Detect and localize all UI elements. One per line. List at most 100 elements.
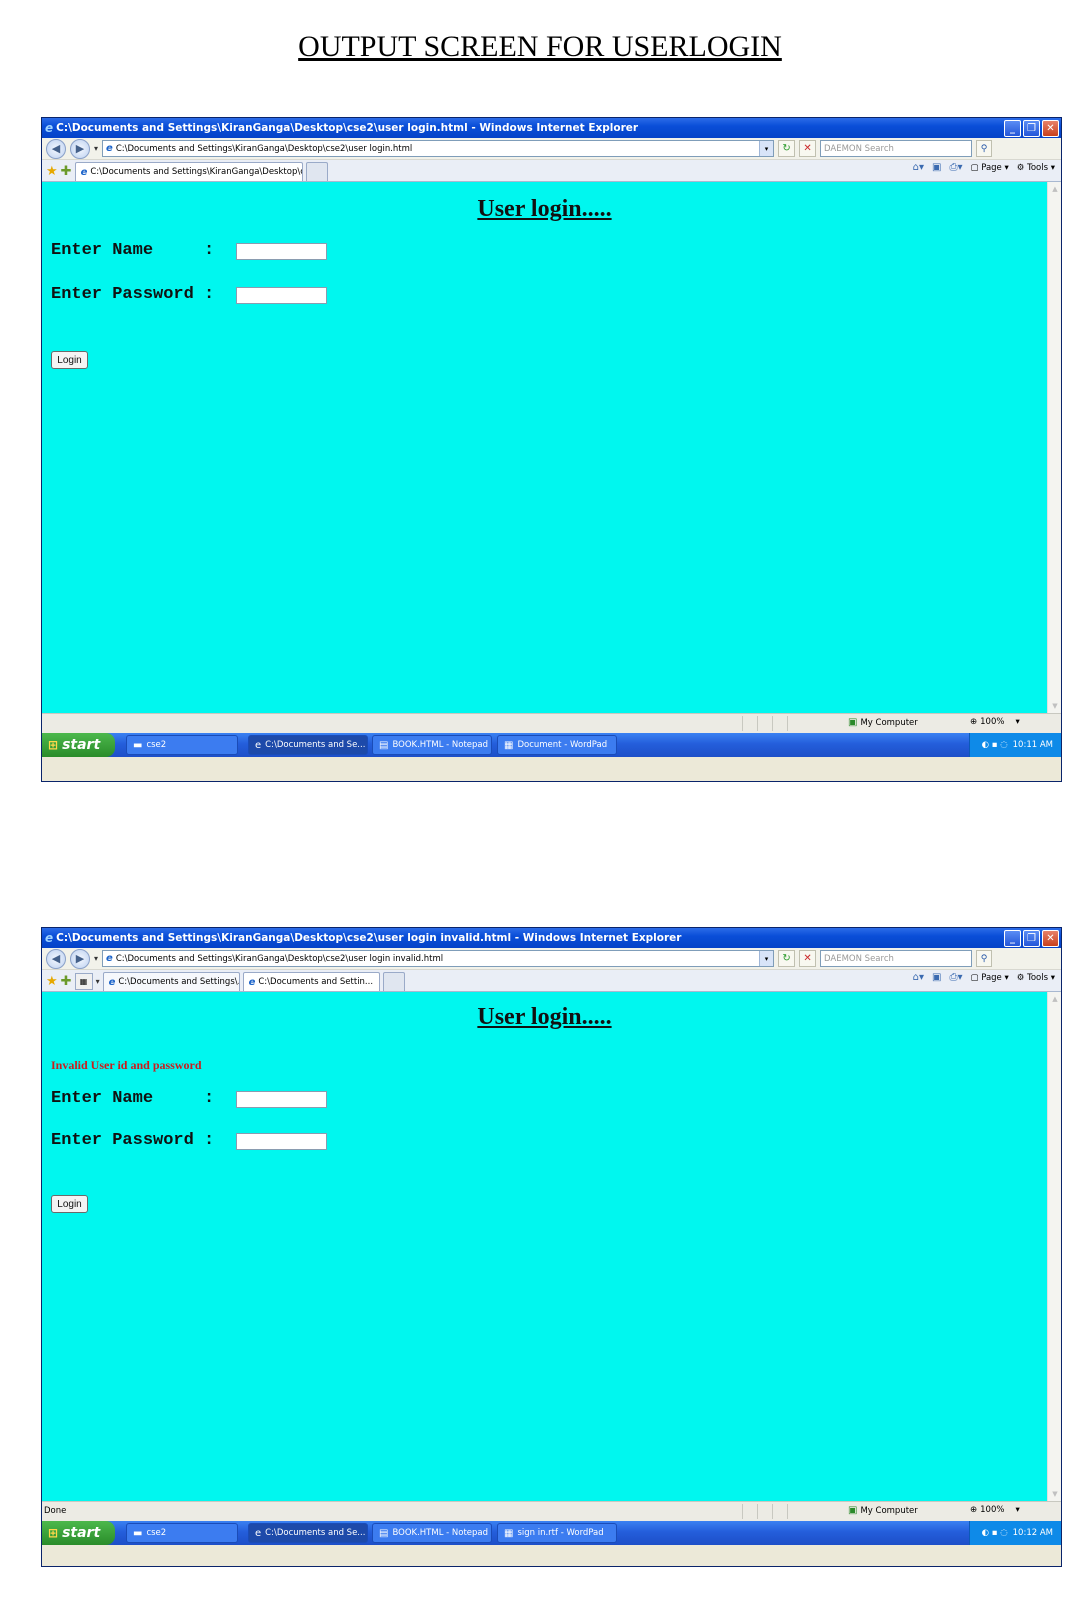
- windows-flag-icon: ⊞: [48, 1526, 59, 1540]
- tools-menu-label: Tools: [1027, 162, 1049, 173]
- search-input[interactable]: DAEMON Search: [820, 950, 973, 967]
- refresh-button[interactable]: ↻: [778, 950, 796, 967]
- back-button[interactable]: ◀: [46, 948, 66, 969]
- maximize-button[interactable]: ❐: [1023, 929, 1040, 947]
- tools-menu[interactable]: ⚙ Tools ▾: [1017, 163, 1055, 173]
- recent-pages-dropdown[interactable]: ▾: [94, 144, 98, 153]
- scroll-down-icon[interactable]: ▼: [1048, 1487, 1061, 1501]
- scroll-up-icon[interactable]: ▲: [1048, 182, 1061, 196]
- vertical-scrollbar[interactable]: ▲ ▼: [1047, 182, 1061, 713]
- quick-tabs-button[interactable]: ▦: [74, 973, 93, 990]
- stop-button[interactable]: ✕: [799, 950, 817, 967]
- forward-button[interactable]: ▶: [70, 138, 90, 159]
- name-label: Enter Name :: [51, 1089, 215, 1108]
- minimize-button[interactable]: _: [1004, 929, 1021, 947]
- tools-icon: ⚙: [1016, 162, 1025, 173]
- close-button[interactable]: ✕: [1042, 929, 1059, 947]
- search-input[interactable]: DAEMON Search: [820, 140, 973, 157]
- maximize-icon: ❐: [1027, 932, 1036, 944]
- taskbar-item-label: Document - WordPad: [517, 740, 608, 750]
- maximize-button[interactable]: ❐: [1023, 119, 1040, 137]
- zoom-icon: ⊕: [970, 1505, 978, 1515]
- feeds-icon[interactable]: ▣: [932, 162, 941, 173]
- new-tab-button[interactable]: [305, 162, 328, 181]
- zone-label: My Computer: [860, 1505, 918, 1516]
- taskbar-item-ie[interactable]: e C:\Documents and Se...: [248, 735, 368, 755]
- password-input[interactable]: [236, 287, 327, 304]
- address-input[interactable]: e C:\Documents and Settings\KiranGanga\D…: [102, 950, 775, 967]
- taskbar-item-notepad[interactable]: ▤ BOOK.HTML - Notepad: [372, 735, 492, 755]
- tab-user-login[interactable]: e C:\Documents and Settings\KiranGanga\D…: [74, 162, 303, 181]
- taskbar-item-folder[interactable]: ▬ cse2: [126, 1523, 238, 1543]
- status-divider: [772, 1504, 773, 1519]
- vertical-scrollbar[interactable]: ▲ ▼: [1047, 992, 1061, 1501]
- favorites-star-icon[interactable]: ★: [46, 161, 58, 181]
- tools-menu[interactable]: ⚙ Tools ▾: [1017, 973, 1055, 983]
- page-favicon-icon: e: [106, 143, 113, 154]
- start-button[interactable]: ⊞ start: [42, 733, 115, 757]
- minimize-button[interactable]: _: [1004, 119, 1021, 137]
- name-input[interactable]: [236, 1091, 327, 1108]
- print-icon[interactable]: ⎙▾: [949, 972, 962, 983]
- address-dropdown[interactable]: ▾: [759, 951, 774, 966]
- zoom-control[interactable]: ⊕ 100% ▾: [970, 717, 1020, 727]
- status-text: Done: [44, 1506, 67, 1516]
- page-favicon-icon: e: [106, 953, 113, 964]
- start-button[interactable]: ⊞ start: [42, 1521, 115, 1545]
- refresh-icon: ↻: [782, 953, 791, 964]
- search-icon: ⚲: [980, 143, 988, 154]
- taskbar-item-ie[interactable]: e C:\Documents and Se...: [248, 1523, 368, 1543]
- page-icon: ▢: [970, 162, 979, 173]
- tray-icons[interactable]: ◐ ▪ ◌: [982, 740, 1008, 750]
- search-button[interactable]: ⚲: [976, 950, 993, 967]
- taskbar-item-wordpad[interactable]: ▦ sign in.rtf - WordPad: [497, 1523, 617, 1543]
- scroll-up-icon[interactable]: ▲: [1048, 992, 1061, 1006]
- address-input[interactable]: e C:\Documents and Settings\KiranGanga\D…: [102, 140, 775, 157]
- title-bar: e C:\Documents and Settings\KiranGanga\D…: [42, 118, 1061, 138]
- start-label: start: [62, 737, 101, 753]
- status-divider: [742, 716, 743, 731]
- back-button[interactable]: ◀: [46, 138, 66, 159]
- tab-label: C:\Documents and Settings\...: [118, 977, 240, 987]
- zoom-control[interactable]: ⊕ 100% ▾: [970, 1505, 1020, 1515]
- favorites-star-icon[interactable]: ★: [46, 971, 58, 991]
- taskbar-item-notepad[interactable]: ▤ BOOK.HTML - Notepad: [372, 1523, 492, 1543]
- search-button[interactable]: ⚲: [976, 140, 993, 157]
- back-icon: ◀: [51, 952, 61, 965]
- page-menu[interactable]: ▢ Page ▾: [970, 163, 1008, 173]
- forward-button[interactable]: ▶: [70, 948, 90, 969]
- tab-user-login[interactable]: e C:\Documents and Settings\...: [102, 972, 240, 991]
- scroll-down-icon[interactable]: ▼: [1048, 699, 1061, 713]
- taskbar-item-label: cse2: [146, 740, 167, 750]
- zoom-dropdown-icon: ▾: [1007, 1505, 1020, 1515]
- add-favorites-icon[interactable]: ✚: [61, 971, 72, 991]
- security-zone: ▣ My Computer: [848, 1505, 918, 1516]
- taskbar-item-folder[interactable]: ▬ cse2: [126, 735, 238, 755]
- search-icon: ⚲: [980, 953, 988, 964]
- tab-user-login-invalid[interactable]: e C:\Documents and Settin... ✕: [242, 972, 380, 991]
- feeds-icon[interactable]: ▣: [932, 972, 941, 983]
- close-button[interactable]: ✕: [1042, 119, 1059, 137]
- taskbar-item-wordpad[interactable]: ▦ Document - WordPad: [497, 735, 617, 755]
- new-tab-button[interactable]: [382, 972, 405, 991]
- refresh-button[interactable]: ↻: [778, 140, 796, 157]
- address-text: C:\Documents and Settings\KiranGanga\Des…: [115, 143, 413, 154]
- login-button[interactable]: Login: [51, 1195, 88, 1213]
- page-menu[interactable]: ▢ Page ▾: [970, 973, 1008, 983]
- name-input[interactable]: [236, 243, 327, 260]
- tab-list-dropdown[interactable]: ▾: [96, 971, 100, 991]
- login-button[interactable]: Login: [51, 351, 88, 369]
- print-icon[interactable]: ⎙▾: [949, 162, 962, 173]
- recent-pages-dropdown[interactable]: ▾: [94, 954, 98, 963]
- password-label: Enter Password :: [51, 285, 215, 304]
- add-favorites-icon[interactable]: ✚: [61, 161, 72, 181]
- home-icon[interactable]: ⌂▾: [913, 972, 924, 983]
- password-input[interactable]: [236, 1133, 327, 1150]
- tray-icons[interactable]: ◐ ▪ ◌: [982, 1528, 1008, 1538]
- home-icon[interactable]: ⌂▾: [913, 162, 924, 173]
- forward-icon: ▶: [75, 952, 85, 965]
- tab-favicon-icon: e: [108, 976, 116, 988]
- address-dropdown[interactable]: ▾: [759, 141, 774, 156]
- stop-button[interactable]: ✕: [799, 140, 817, 157]
- minimize-icon: _: [1010, 932, 1015, 944]
